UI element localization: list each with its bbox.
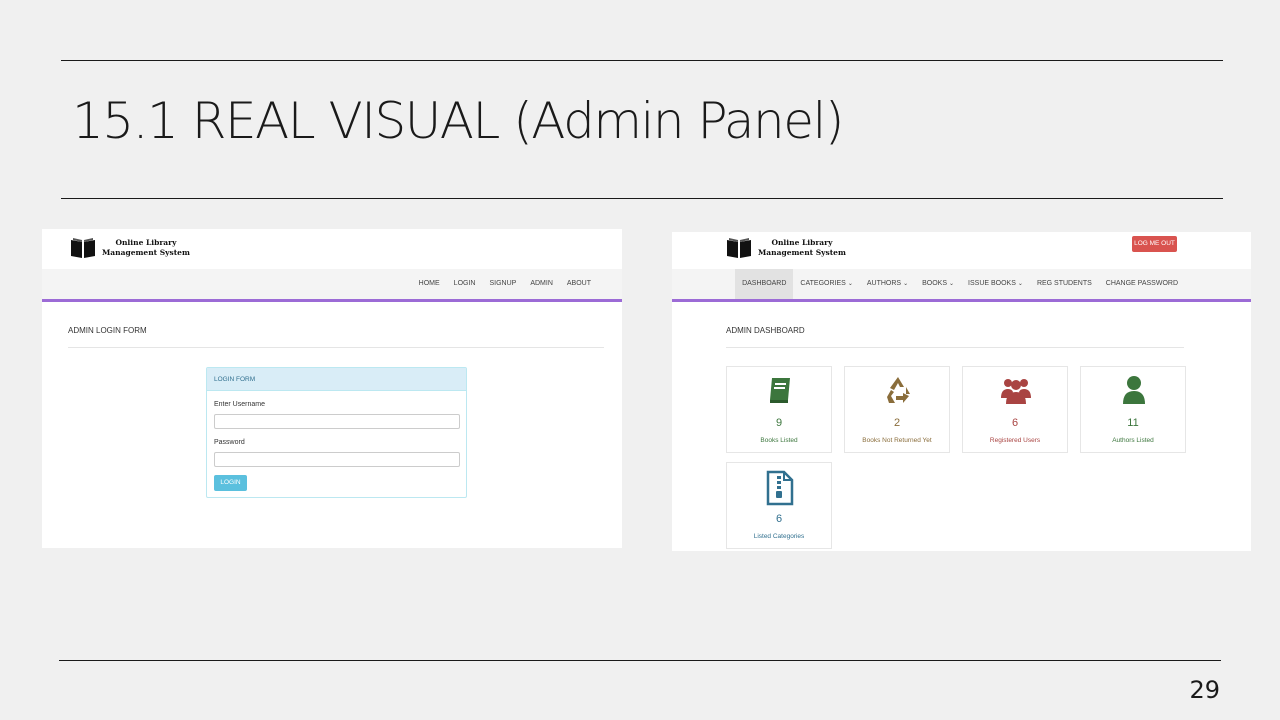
admin-login-screenshot: Online Library Management System HOME LO… [42,229,622,548]
card-label: Books Listed [760,437,798,444]
nav-authors[interactable]: AUTHORS ⌄ [860,269,915,299]
chevron-down-icon: ⌄ [903,281,909,287]
top-nav: DASHBOARD CATEGORIES ⌄ AUTHORS ⌄ BOOKS ⌄ IS… [672,269,1251,302]
brand-line2: Management System [102,248,190,257]
users-icon [1001,379,1031,404]
brand[interactable]: Online Library Management System [70,237,190,259]
card-label: Authors Listed [1112,437,1154,444]
logout-button[interactable]: LOG ME OUT [1132,236,1177,252]
book-icon [770,378,790,403]
books-not-returned-card[interactable]: 2 Books Not Returned Yet [844,366,950,453]
password-label: Password [214,439,245,446]
recycle-icon [887,377,910,403]
card-label: Listed Categories [753,533,805,540]
top-nav: HOME LOGIN SIGNUP ADMIN ABOUT [42,269,622,302]
nav-signup[interactable]: SIGNUP [482,269,523,299]
chevron-down-icon: ⌄ [949,281,955,287]
nav-categories[interactable]: CATEGORIES ⌄ [793,269,859,299]
login-panel: LOGIN FORM Enter Username Password LOGIN [206,367,467,498]
brand-line1: Online Library [115,238,177,247]
nav-login[interactable]: LOGIN [447,269,483,299]
slide-title: 15.1 REAL VISUAL (Admin Panel) [72,92,844,150]
heading-divider [726,347,1184,348]
username-input[interactable] [214,414,460,429]
chevron-down-icon: ⌄ [1017,281,1023,287]
admin-dashboard-screenshot: Online Library Management System LOG ME … [672,232,1251,551]
page-number: 29 [1189,676,1220,704]
title-underline-rule [61,198,1223,199]
nav-issue-books[interactable]: ISSUE BOOKS ⌄ [961,269,1030,299]
brand[interactable]: Online Library Management System [726,237,846,259]
card-count: 9 [775,417,783,429]
user-icon [1123,376,1145,404]
books-listed-card[interactable]: 9 Books Listed [726,366,832,453]
username-label: Enter Username [214,401,265,408]
listed-categories-card[interactable]: 6 Listed Categories [726,462,832,549]
admin-login-heading: ADMIN LOGIN FORM [68,326,147,335]
card-label: Books Not Returned Yet [862,437,932,444]
password-input[interactable] [214,452,460,467]
brand-line2: Management System [758,248,846,257]
nav-dashboard[interactable]: DASHBOARD [735,269,794,299]
chevron-down-icon: ⌄ [847,281,853,287]
card-label: Registered Users [989,437,1041,444]
top-rule [61,60,1223,61]
nav-reg-students[interactable]: REG STUDENTS [1030,269,1099,299]
footer-rule [59,660,1221,661]
registered-users-card[interactable]: 6 Registered Users [962,366,1068,453]
authors-listed-card[interactable]: 11 Authors Listed [1080,366,1186,453]
brand-line1: Online Library [771,238,833,247]
file-archive-icon [766,470,794,506]
book-logo-icon [727,238,751,258]
heading-divider [68,347,604,348]
login-button[interactable]: LOGIN [214,475,247,491]
book-logo-icon [71,238,95,258]
nav-admin[interactable]: ADMIN [523,269,560,299]
nav-home[interactable]: HOME [412,269,447,299]
card-count: 6 [1011,417,1019,429]
nav-about[interactable]: ABOUT [560,269,598,299]
nav-books[interactable]: BOOKS ⌄ [915,269,961,299]
admin-dashboard-heading: ADMIN DASHBOARD [726,326,805,335]
login-panel-title: LOGIN FORM [207,368,466,391]
card-count: 6 [775,513,783,525]
nav-change-password[interactable]: CHANGE PASSWORD [1099,269,1185,299]
card-count: 2 [893,417,901,429]
card-count: 11 [1127,417,1139,429]
